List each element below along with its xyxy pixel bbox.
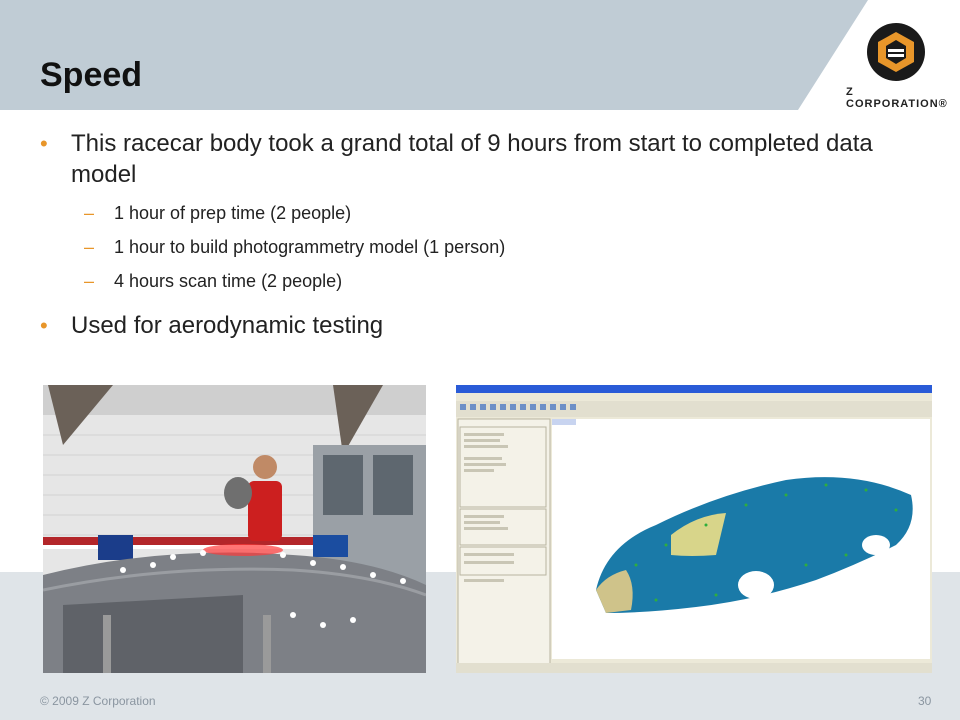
sub-bullet-text: 1 hour to build photogrammetry model (1 … — [114, 237, 506, 257]
racecar-scanning-photo — [43, 385, 426, 673]
bullet-item: • This racecar body took a grand total o… — [40, 128, 920, 190]
sub-bullet-item: – 4 hours scan time (2 people) — [40, 270, 920, 292]
sub-bullet-item: – 1 hour of prep time (2 people) — [40, 202, 920, 224]
bullet-dot-icon: • — [40, 131, 48, 156]
page-number: 30 — [918, 694, 932, 708]
software-screenshot — [456, 385, 932, 673]
dash-icon: – — [84, 271, 95, 291]
bullet-list: • This racecar body took a grand total o… — [40, 128, 920, 353]
bullet-text: Used for aerodynamic testing — [71, 312, 384, 339]
bullet-item: • Used for aerodynamic testing — [40, 310, 920, 341]
header-diagonal — [798, 0, 960, 110]
bullet-text: This racecar body took a grand total of … — [71, 130, 873, 188]
dash-icon: – — [84, 237, 95, 257]
dash-icon: – — [84, 203, 95, 223]
logo-wordmark: Z CORPORATION® — [846, 86, 948, 110]
sub-bullet-text: 1 hour of prep time (2 people) — [114, 203, 352, 223]
sub-bullet-item: – 1 hour to build photogrammetry model (… — [40, 236, 920, 258]
slide-title: Speed — [40, 56, 143, 94]
z-corporation-logo-icon — [867, 23, 925, 81]
bullet-dot-icon: • — [40, 313, 48, 338]
sub-bullet-text: 4 hours scan time (2 people) — [114, 271, 343, 291]
footer-copyright: © 2009 Z Corporation — [40, 694, 156, 708]
